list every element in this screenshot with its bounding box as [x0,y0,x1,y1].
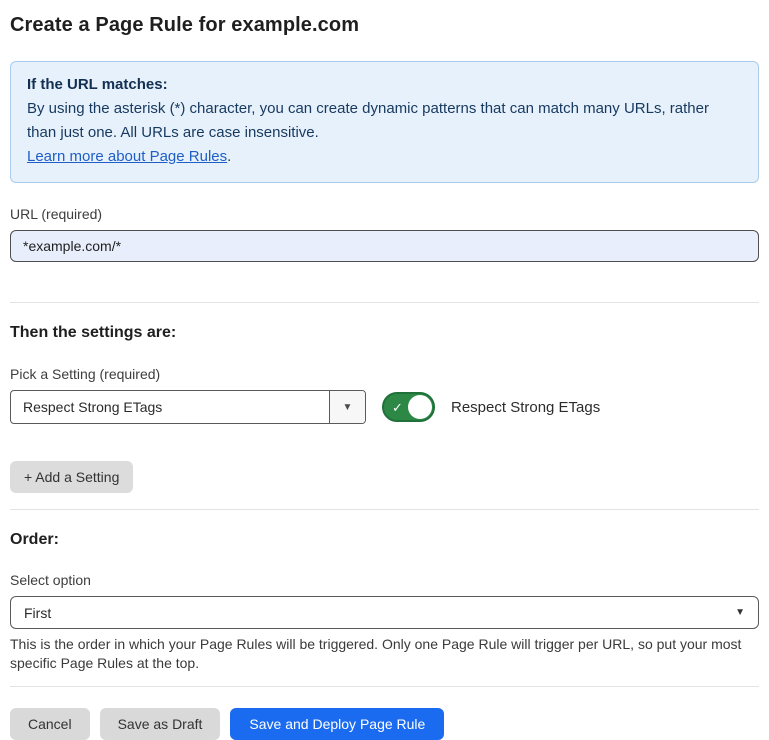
divider [10,686,759,687]
setting-select-arrow-button[interactable]: ▼ [329,391,365,423]
order-help-text: This is the order in which your Page Rul… [10,635,759,673]
url-field-label: URL (required) [10,205,759,223]
setting-row: Respect Strong ETags ▼ ✓ Respect Strong … [10,390,759,424]
url-match-info-box: If the URL matches: By using the asteris… [10,61,759,183]
divider [10,509,759,510]
chevron-down-icon: ▼ [343,402,353,413]
order-select-label: Select option [10,571,759,589]
setting-select-value: Respect Strong ETags [11,391,329,423]
setting-select[interactable]: Respect Strong ETags ▼ [10,390,366,424]
save-and-deploy-button[interactable]: Save and Deploy Page Rule [230,708,444,740]
order-select[interactable]: First ▼ [10,596,759,629]
info-box-link-line: Learn more about Page Rules. [27,145,742,169]
divider [10,302,759,303]
order-select-value: First [24,605,51,621]
footer-actions: Cancel Save as Draft Save and Deploy Pag… [10,708,759,740]
learn-more-link[interactable]: Learn more about Page Rules [27,148,227,165]
order-section-heading: Order: [10,530,759,550]
toggle-knob [408,395,432,419]
page-title: Create a Page Rule for example.com [10,12,759,38]
cancel-button[interactable]: Cancel [10,708,90,740]
check-icon: ✓ [392,401,403,414]
setting-toggle[interactable]: ✓ [382,392,435,422]
setting-toggle-label: Respect Strong ETags [451,399,600,416]
save-as-draft-button[interactable]: Save as Draft [100,708,221,740]
settings-section-heading: Then the settings are: [10,323,759,343]
url-input[interactable] [10,230,759,262]
chevron-down-icon: ▼ [735,607,745,618]
add-setting-button[interactable]: + Add a Setting [10,461,133,493]
pick-setting-label: Pick a Setting (required) [10,365,759,383]
info-box-body: By using the asterisk (*) character, you… [27,97,742,145]
link-period: . [227,148,231,165]
info-box-heading: If the URL matches: [27,73,742,97]
